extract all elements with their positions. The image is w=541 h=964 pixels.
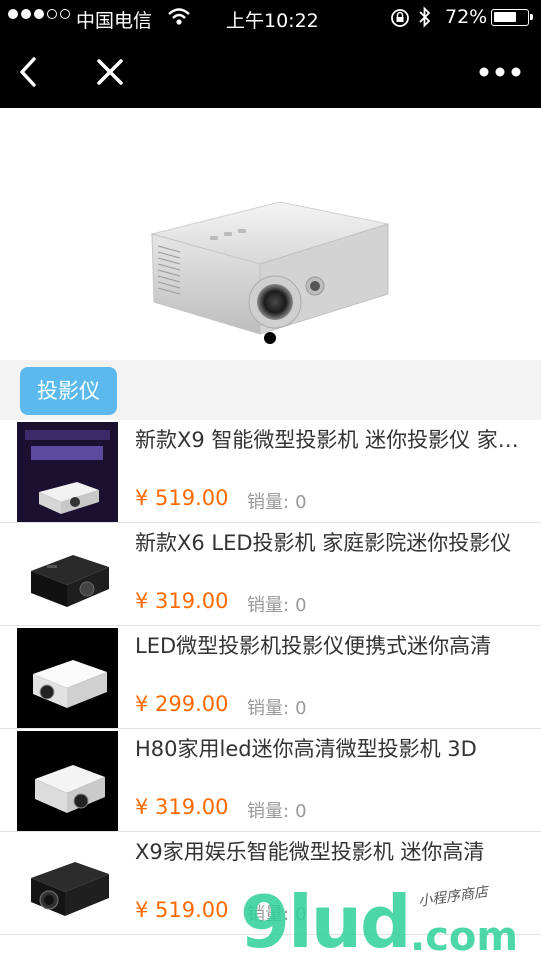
sales-count: 0 (295, 904, 307, 925)
product-thumbnail (17, 731, 118, 831)
chevron-left-icon[interactable] (12, 54, 48, 90)
close-icon[interactable] (92, 54, 128, 90)
product-thumbnail (17, 525, 118, 625)
sales-count: 0 (295, 801, 307, 822)
more-dots-icon[interactable] (478, 62, 522, 82)
list-item[interactable]: 新款X6 LED投影机 家庭影院迷你投影仪 ¥ 319.00 销量: 0 (0, 523, 541, 626)
product-thumbnail (17, 834, 118, 934)
product-price: ¥ 319.00 (135, 795, 229, 819)
sales-label: 销量: (247, 904, 290, 925)
sales-count: 0 (295, 595, 307, 616)
product-thumbnail (17, 628, 118, 728)
product-title: H80家用led迷你高清微型投影机 3D (135, 737, 477, 761)
bluetooth-icon (418, 6, 432, 33)
product-sales: 销量: 0 (247, 488, 307, 514)
list-item[interactable]: 新款X9 智能微型投影机 迷你投影仪 家用高清 ¥ 519.00 销量: 0 (0, 420, 541, 523)
product-price: ¥ 299.00 (135, 692, 229, 716)
category-bar: 投影仪 (0, 360, 541, 420)
product-list: 新款X9 智能微型投影机 迷你投影仪 家用高清 ¥ 519.00 销量: 0 新款… (0, 420, 541, 935)
product-sales: 销量: 0 (247, 797, 307, 823)
product-title: 新款X6 LED投影机 家庭影院迷你投影仪 (135, 531, 512, 555)
sales-count: 0 (295, 492, 307, 513)
list-item[interactable]: X9家用娱乐智能微型投影机 迷你高清 ¥ 519.00 销量: 0 (0, 832, 541, 935)
product-title: X9家用娱乐智能微型投影机 迷你高清 (135, 840, 485, 864)
status-bar: 中国电信 上午10:22 72% (0, 0, 541, 36)
sales-count: 0 (295, 698, 307, 719)
signal-strength-icon (8, 9, 70, 19)
product-sales: 销量: 0 (247, 591, 307, 617)
sales-label: 销量: (247, 492, 290, 513)
tab-projector[interactable]: 投影仪 (20, 367, 117, 415)
product-title: LED微型投影机投影仪便携式迷你高清 (135, 634, 492, 658)
battery-icon (491, 9, 533, 26)
product-price: ¥ 319.00 (135, 589, 229, 613)
list-item[interactable]: H80家用led迷你高清微型投影机 3D ¥ 319.00 销量: 0 (0, 729, 541, 832)
battery-percent: 72% (445, 6, 488, 28)
product-price: ¥ 519.00 (135, 898, 229, 922)
product-title: 新款X9 智能微型投影机 迷你投影仪 家用高清 (135, 428, 535, 452)
list-item[interactable]: LED微型投影机投影仪便携式迷你高清 ¥ 299.00 销量: 0 (0, 626, 541, 729)
banner-carousel[interactable] (0, 108, 541, 360)
sales-label: 销量: (247, 595, 290, 616)
rotation-lock-icon (390, 8, 410, 33)
carrier-name: 中国电信 (76, 10, 153, 32)
projector-image (150, 201, 389, 335)
status-time: 上午10:22 (226, 10, 319, 32)
sales-label: 销量: (247, 801, 290, 822)
nav-bar (0, 36, 541, 108)
product-sales: 销量: 0 (247, 900, 307, 926)
product-sales: 销量: 0 (247, 694, 307, 720)
product-price: ¥ 519.00 (135, 486, 229, 510)
sales-label: 销量: (247, 698, 290, 719)
product-thumbnail (17, 422, 118, 522)
carousel-pager-dot[interactable] (264, 332, 276, 344)
wifi-icon (167, 7, 191, 32)
